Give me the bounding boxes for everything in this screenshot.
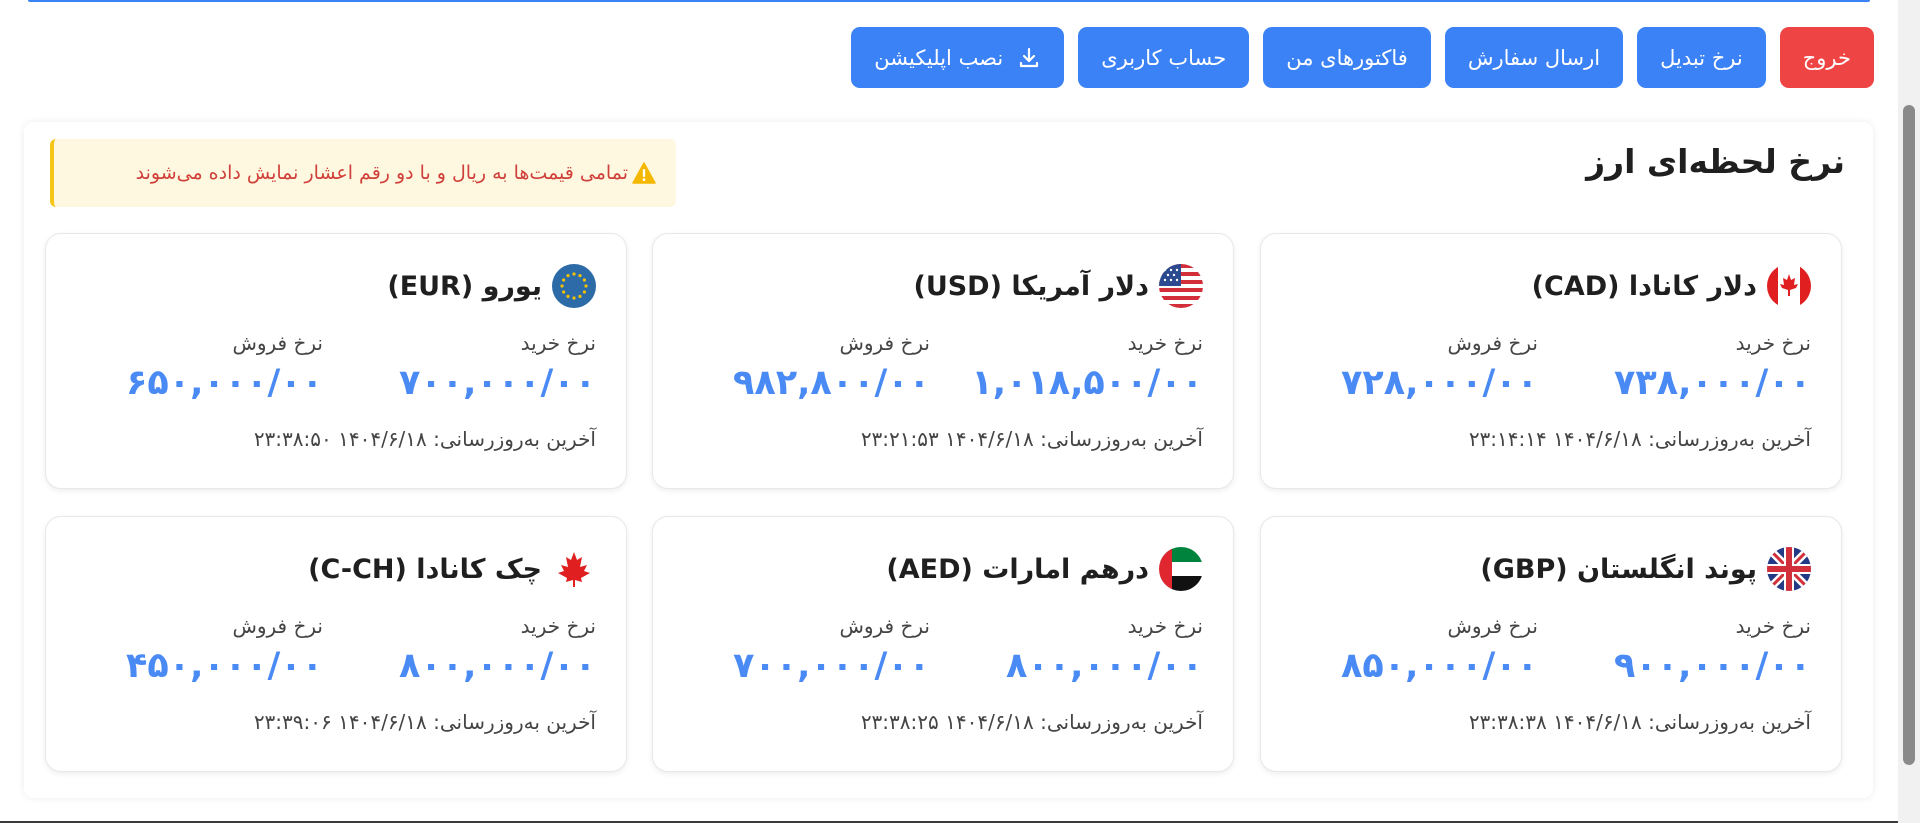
top-accent-bar (28, 0, 1870, 2)
buy-rate-label: نرخ خرید (1735, 614, 1811, 638)
sell-rate-label: نرخ فروش (1447, 331, 1538, 355)
sell-rate-value: ۷۲۸,۰۰۰/۰۰ (1341, 363, 1538, 403)
sell-rate-value: ۴۵۰,۰۰۰/۰۰ (126, 646, 323, 686)
sell-rate-label: نرخ فروش (839, 614, 930, 638)
maple-leaf-icon (552, 547, 596, 591)
buy-rate-value: ۷۰۰,۰۰۰/۰۰ (399, 363, 596, 403)
send-order-button[interactable]: ارسال سفارش (1444, 27, 1624, 88)
canada-flag-icon (1767, 264, 1811, 308)
currency-name: دلار آمریکا (USD) (913, 270, 1149, 302)
sell-rate-label: نرخ فروش (232, 331, 323, 355)
uk-flag-icon (1767, 547, 1811, 591)
uae-flag-icon (1159, 547, 1203, 591)
sell-rate-value: ۶۵۰,۰۰۰/۰۰ (126, 363, 323, 403)
buy-rate-label: نرخ خرید (1127, 614, 1203, 638)
sell-rate-value: ۷۰۰,۰۰۰/۰۰ (733, 646, 930, 686)
logout-button[interactable]: خروج (1779, 27, 1874, 88)
rate-card-cad: دلار کانادا (CAD) نرخ خرید ۷۳۸,۰۰۰/۰۰ نر… (1260, 233, 1842, 489)
buy-rate-label: نرخ خرید (1127, 331, 1203, 355)
install-app-label: نصب اپلیکیشن (874, 45, 1004, 70)
page-title: نرخ لحظه‌ای ارز (1586, 142, 1845, 181)
rate-card-aed: درهم امارات (AED) نرخ خرید ۸۰۰,۰۰۰/۰۰ نر… (652, 516, 1234, 772)
rate-card-gbp: پوند انگلستان (GBP) نرخ خرید ۹۰۰,۰۰۰/۰۰ … (1260, 516, 1842, 772)
eu-flag-icon (552, 264, 596, 308)
last-updated: آخرین به‌روزرسانی: ۱۴۰۴/۶/۱۸ ۲۳:۲۱:۵۳ (860, 427, 1203, 451)
my-invoices-button[interactable]: فاکتورهای من (1263, 27, 1431, 88)
buy-rate-label: نرخ خرید (1735, 331, 1811, 355)
download-icon (1017, 46, 1041, 70)
currency-name: پوند انگلستان (GBP) (1480, 553, 1757, 585)
top-toolbar: خروج نرخ تبدیل ارسال سفارش فاکتورهای من … (851, 27, 1874, 88)
rate-card-usd: دلار آمریکا (USD) نرخ خرید ۱,۰۱۸,۵۰۰/۰۰ … (652, 233, 1234, 489)
sell-rate-value: ۸۵۰,۰۰۰/۰۰ (1341, 646, 1538, 686)
buy-rate-value: ۹۰۰,۰۰۰/۰۰ (1614, 646, 1811, 686)
rate-card-c-ch: چک کانادا (C-CH) نرخ خرید ۸۰۰,۰۰۰/۰۰ نرخ… (45, 516, 627, 772)
usa-flag-icon (1159, 264, 1203, 308)
vertical-scrollbar[interactable] (1898, 0, 1920, 823)
buy-rate-value: ۷۳۸,۰۰۰/۰۰ (1614, 363, 1811, 403)
currency-name: یورو (EUR) (387, 270, 542, 302)
last-updated: آخرین به‌روزرسانی: ۱۴۰۴/۶/۱۸ ۲۳:۳۸:۳۸ (1468, 710, 1811, 734)
install-app-button[interactable]: نصب اپلیکیشن (851, 27, 1065, 88)
buy-rate-label: نرخ خرید (520, 331, 596, 355)
rate-card-eur: یورو (EUR) نرخ خرید ۷۰۰,۰۰۰/۰۰ نرخ فروش … (45, 233, 627, 489)
sell-rate-label: نرخ فروش (1447, 614, 1538, 638)
price-notice: تمامی قیمت‌ها به ریال و با دو رقم اعشار … (50, 139, 676, 207)
sell-rate-label: نرخ فروش (839, 331, 930, 355)
last-updated: آخرین به‌روزرسانی: ۱۴۰۴/۶/۱۸ ۲۳:۳۹:۰۶ (253, 710, 596, 734)
currency-name: درهم امارات (AED) (886, 553, 1149, 585)
buy-rate-value: ۱,۰۱۸,۵۰۰/۰۰ (971, 363, 1203, 403)
last-updated: آخرین به‌روزرسانی: ۱۴۰۴/۶/۱۸ ۲۳:۱۴:۱۴ (1468, 427, 1811, 451)
last-updated: آخرین به‌روزرسانی: ۱۴۰۴/۶/۱۸ ۲۳:۳۸:۵۰ (253, 427, 596, 451)
user-account-button[interactable]: حساب کاربری (1078, 27, 1250, 88)
sell-rate-label: نرخ فروش (232, 614, 323, 638)
notice-text: تمامی قیمت‌ها به ریال و با دو رقم اعشار … (135, 162, 628, 184)
warning-icon (632, 162, 656, 184)
buy-rate-value: ۸۰۰,۰۰۰/۰۰ (1006, 646, 1203, 686)
sell-rate-value: ۹۸۲,۸۰۰/۰۰ (733, 363, 930, 403)
currency-name: دلار کانادا (CAD) (1531, 270, 1757, 302)
scrollbar-thumb[interactable] (1903, 105, 1915, 765)
exchange-rates-button[interactable]: نرخ تبدیل (1637, 27, 1766, 88)
buy-rate-label: نرخ خرید (520, 614, 596, 638)
buy-rate-value: ۸۰۰,۰۰۰/۰۰ (399, 646, 596, 686)
currency-name: چک کانادا (C-CH) (308, 553, 542, 585)
last-updated: آخرین به‌روزرسانی: ۱۴۰۴/۶/۱۸ ۲۳:۳۸:۲۵ (860, 710, 1203, 734)
